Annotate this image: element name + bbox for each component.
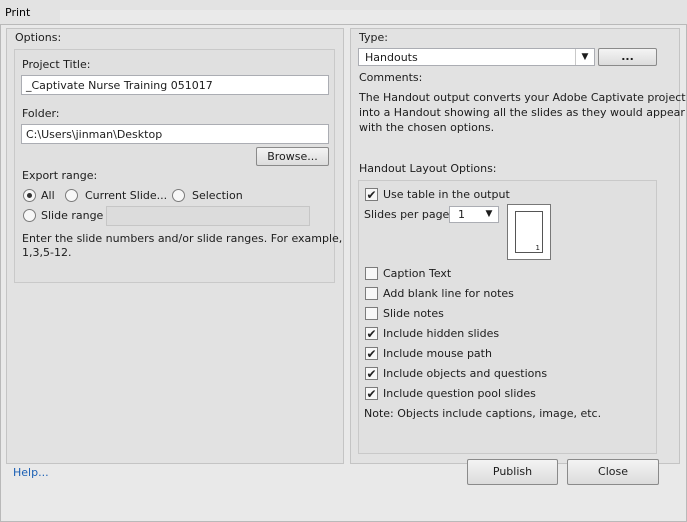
type-label: Type: <box>359 31 388 44</box>
export-range-label: Export range: <box>22 169 98 182</box>
use-table-label[interactable]: Use table in the output <box>383 188 510 201</box>
handout-option-checkbox[interactable] <box>365 287 378 300</box>
title-bar: Print <box>0 0 687 26</box>
handout-option-label[interactable]: Include objects and questions <box>383 367 547 380</box>
close-button[interactable]: Close <box>567 459 659 485</box>
options-heading: Options: <box>15 31 62 44</box>
handout-layout-heading: Handout Layout Options: <box>359 162 497 175</box>
radio-current-slide-label[interactable]: Current Slide... <box>85 189 167 202</box>
range-hint-line1: Enter the slide numbers and/or slide ran… <box>22 232 343 245</box>
comments-line3: with the chosen options. <box>359 121 495 134</box>
range-hint-line2: 1,3,5-12. <box>22 246 72 259</box>
handout-option-label[interactable]: Caption Text <box>383 267 451 280</box>
slides-per-page-label: Slides per page <box>364 208 450 221</box>
type-select[interactable]: Handouts ▼ <box>358 48 595 66</box>
window-title: Print <box>5 6 31 19</box>
handout-option-checkbox[interactable] <box>365 307 378 320</box>
page-preview-slide: 1 <box>515 211 543 253</box>
handout-option-label[interactable]: Include hidden slides <box>383 327 499 340</box>
radio-all-label[interactable]: All <box>41 189 55 202</box>
handout-option-label[interactable]: Add blank line for notes <box>383 287 514 300</box>
project-title-label: Project Title: <box>22 58 91 71</box>
radio-slide-range[interactable] <box>23 209 36 222</box>
objects-note: Note: Objects include captions, image, e… <box>364 407 602 420</box>
radio-current-slide[interactable] <box>65 189 78 202</box>
help-link[interactable]: Help... <box>13 466 49 479</box>
radio-slide-range-label[interactable]: Slide range <box>41 209 103 222</box>
handout-option-label[interactable]: Include question pool slides <box>383 387 536 400</box>
comments-label: Comments: <box>359 71 423 84</box>
slides-per-page-value: 1 <box>458 208 465 221</box>
handout-option-label[interactable]: Include mouse path <box>383 347 492 360</box>
folder-label: Folder: <box>22 107 60 120</box>
chevron-down-icon: ▼ <box>485 209 493 219</box>
use-table-checkbox[interactable]: ✔ <box>365 188 378 201</box>
radio-selection[interactable] <box>172 189 185 202</box>
handout-option-checkbox[interactable]: ✔ <box>365 367 378 380</box>
handout-option-checkbox[interactable]: ✔ <box>365 347 378 360</box>
comments-line2: into a Handout showing all the slides as… <box>359 106 685 119</box>
radio-selection-label[interactable]: Selection <box>192 189 243 202</box>
page-preview: 1 <box>507 204 551 260</box>
type-options-button[interactable]: ... <box>598 48 657 66</box>
publish-button[interactable]: Publish <box>467 459 558 485</box>
chevron-down-icon: ▼ <box>575 49 594 65</box>
page-preview-number: 1 <box>535 244 540 252</box>
handout-option-checkbox[interactable]: ✔ <box>365 387 378 400</box>
browse-button[interactable]: Browse... <box>256 147 329 166</box>
handout-option-label[interactable]: Slide notes <box>383 307 444 320</box>
handout-option-checkbox[interactable] <box>365 267 378 280</box>
comments-line1: The Handout output converts your Adobe C… <box>359 91 686 104</box>
slides-per-page-select[interactable]: 1 ▼ <box>449 206 499 223</box>
type-select-value: Handouts <box>365 51 418 64</box>
radio-all[interactable] <box>23 189 36 202</box>
project-title-input[interactable]: _Captivate Nurse Training 051017 <box>21 75 329 95</box>
folder-input[interactable]: C:\Users\jinman\Desktop <box>21 124 329 144</box>
handout-option-checkbox[interactable]: ✔ <box>365 327 378 340</box>
slide-range-input[interactable] <box>106 206 310 226</box>
